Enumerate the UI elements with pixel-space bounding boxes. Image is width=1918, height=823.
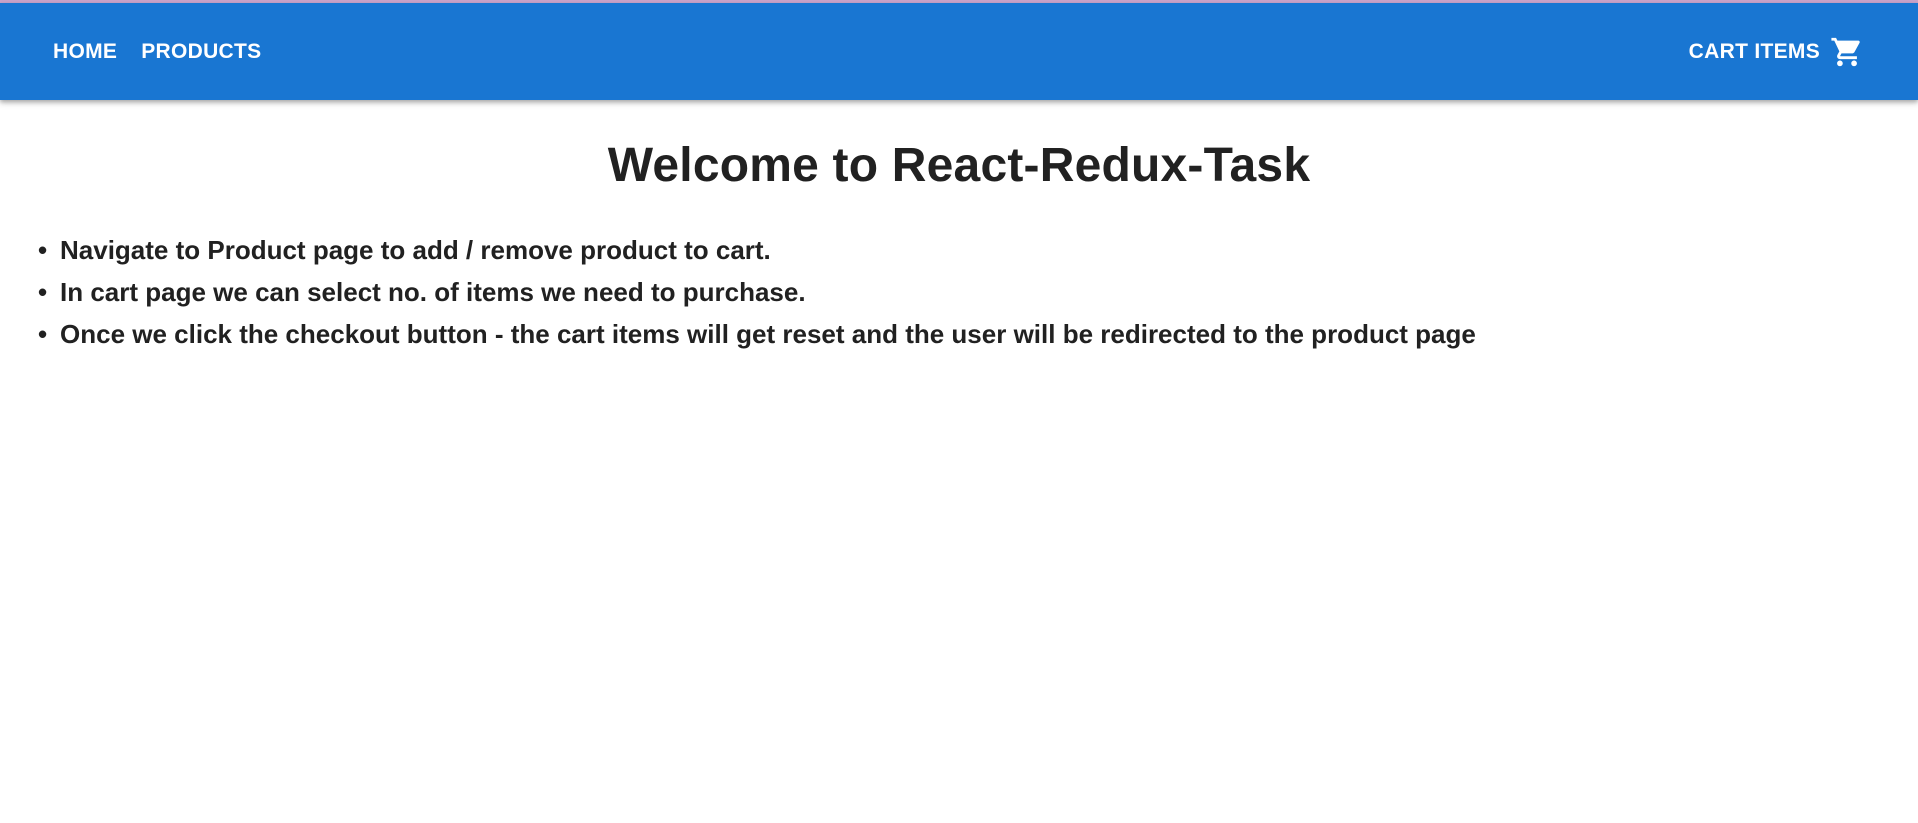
primary-nav: HOME PRODUCTS xyxy=(41,32,273,72)
bullet-marker: • xyxy=(38,277,48,307)
main-content: Welcome to React-Redux-Task • Navigate t… xyxy=(0,138,1918,355)
cart-items-label: CART ITEMS xyxy=(1688,39,1820,63)
shopping-cart-icon xyxy=(1830,35,1864,69)
cart-items-button[interactable]: CART ITEMS xyxy=(1677,27,1876,77)
list-item-text: In cart page we can select no. of items … xyxy=(60,277,806,307)
page-title: Welcome to React-Redux-Task xyxy=(607,139,1311,192)
instructions-list: • Navigate to Product page to add / remo… xyxy=(36,229,1882,355)
list-item: • In cart page we can select no. of item… xyxy=(38,271,1882,313)
list-item-text: Once we click the checkout button - the … xyxy=(60,319,1476,349)
list-item: • Once we click the checkout button - th… xyxy=(38,313,1882,355)
nav-home-button[interactable]: HOME xyxy=(41,32,129,72)
list-item: • Navigate to Product page to add / remo… xyxy=(38,229,1882,271)
bullet-marker: • xyxy=(38,235,48,265)
nav-products-button[interactable]: PRODUCTS xyxy=(129,32,273,72)
bullet-marker: • xyxy=(38,319,48,349)
app-bar: HOME PRODUCTS CART ITEMS xyxy=(0,3,1918,100)
cart-nav: CART ITEMS xyxy=(1677,27,1876,77)
list-item-text: Navigate to Product page to add / remove… xyxy=(60,235,771,265)
